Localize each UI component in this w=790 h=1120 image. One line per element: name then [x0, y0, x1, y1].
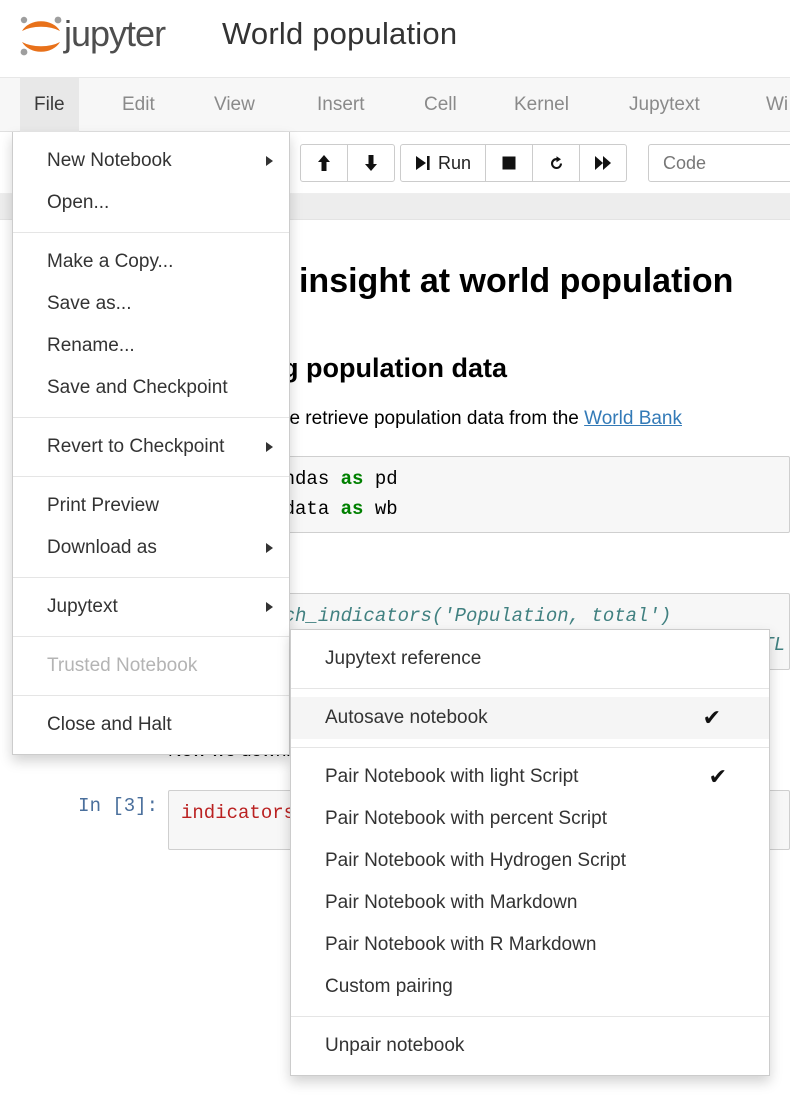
jupytext-menu-item-label: Pair Notebook with percent Script — [325, 808, 607, 829]
cell-type-select[interactable]: Code — [648, 144, 790, 182]
jupytext-menu-item-custom-pairing[interactable]: Custom pairing — [291, 966, 769, 1008]
jupytext-submenu[interactable]: Jupytext reference Autosave notebook ✔ Pair… — [290, 629, 770, 1076]
file-menu-item-save-and-checkpoint[interactable]: Save and Checkpoint — [13, 367, 289, 409]
submenu-arrow-icon — [266, 543, 273, 553]
submenu-separator — [291, 747, 769, 748]
restart-kernel-button[interactable] — [532, 144, 581, 182]
checkmark-icon: ✔ — [708, 764, 727, 789]
submenu-arrow-icon — [266, 156, 273, 166]
file-menu-item-label: Open... — [47, 192, 110, 213]
file-menu-item-label: Make a Copy... — [47, 251, 174, 272]
jupytext-menu-item-autosave-notebook[interactable]: Autosave notebook ✔ — [291, 697, 769, 739]
menu-separator — [13, 476, 289, 477]
file-menu-item-close-and-halt[interactable]: Close and Halt — [13, 704, 289, 746]
file-menu-item-label: Close and Halt — [47, 714, 172, 735]
toolbar-run-group: Run — [400, 144, 628, 182]
file-menu-item-revert-to-checkpoint[interactable]: Revert to Checkpoint — [13, 426, 289, 468]
jupytext-menu-item-label: Autosave notebook — [325, 707, 488, 728]
run-button-label: Run — [438, 152, 472, 173]
code-1kw: as — [340, 468, 364, 491]
jupytext-menu-item-label: Custom pairing — [325, 976, 453, 997]
toolbar-move-group — [300, 144, 395, 182]
file-menu-item-label: Trusted Notebook — [47, 655, 198, 676]
jupytext-menu-item-pair-notebook-with-light-script[interactable]: Pair Notebook with light Script ✔ — [291, 756, 769, 798]
jupytext-menu-item-label: Pair Notebook with Markdown — [325, 892, 578, 913]
file-menu-item-rename[interactable]: Rename... — [13, 325, 289, 367]
file-menu-item-label: New Notebook — [47, 150, 172, 171]
menu-edit[interactable]: Edit — [108, 78, 169, 132]
jupyter-brand-word[interactable]: jupyter — [64, 13, 166, 55]
run-icon — [416, 156, 430, 170]
restart-circular-arrow-icon — [550, 155, 562, 169]
submenu-arrow-icon — [266, 442, 273, 452]
code-1b: pd — [363, 468, 398, 491]
restart-and-run-all-button[interactable] — [579, 144, 628, 182]
menu-cell[interactable]: Cell — [410, 78, 471, 132]
move-cell-down-button[interactable] — [347, 144, 395, 182]
jupytext-menu-item-label: Unpair notebook — [325, 1035, 465, 1056]
menu-view[interactable]: View — [200, 78, 269, 132]
file-menu-item-download-as[interactable]: Download as — [13, 527, 289, 569]
file-menu-item-label: Save as... — [47, 293, 132, 314]
menu-wi[interactable]: Wi — [752, 78, 790, 132]
menu-insert[interactable]: Insert — [303, 78, 379, 132]
submenu-separator — [291, 1016, 769, 1017]
file-menu-item-label: Print Preview — [47, 495, 159, 516]
jupytext-menu-item-unpair-notebook[interactable]: Unpair notebook — [291, 1025, 769, 1067]
jupytext-menu-item-pair-notebook-with-markdown[interactable]: Pair Notebook with Markdown — [291, 882, 769, 924]
code-2kw: as — [340, 497, 364, 520]
jupytext-menu-item-label: Pair Notebook with light Script — [325, 766, 579, 787]
file-menu-item-label: Rename... — [47, 335, 135, 356]
file-menu-item-save-as[interactable]: Save as... — [13, 283, 289, 325]
jupytext-menu-item-pair-notebook-with-r-markdown[interactable]: Pair Notebook with R Markdown — [291, 924, 769, 966]
file-menu-item-open[interactable]: Open... — [13, 182, 289, 224]
file-menu-item-label: Save and Checkpoint — [47, 377, 228, 398]
menu-separator — [13, 232, 289, 233]
fast-forward-icon — [595, 156, 612, 170]
jupyter-logo-icon[interactable] — [14, 11, 68, 61]
file-dropdown-menu[interactable]: New Notebook Open... Make a Copy... Save as… — [12, 132, 290, 755]
submenu-separator — [291, 688, 769, 689]
jupytext-menu-item-jupytext-reference[interactable]: Jupytext reference — [291, 638, 769, 680]
file-menu-item-label: Revert to Checkpoint — [47, 436, 225, 457]
interrupt-kernel-button[interactable] — [485, 144, 534, 182]
move-cell-up-button[interactable] — [300, 144, 348, 182]
code-cell-3-fragment: indicators — [181, 801, 296, 824]
file-menu-item-make-a-copy[interactable]: Make a Copy... — [13, 241, 289, 283]
menu-separator — [13, 636, 289, 637]
file-menu-item-print-preview[interactable]: Print Preview — [13, 485, 289, 527]
menu-separator — [13, 417, 289, 418]
submenu-arrow-icon — [266, 602, 273, 612]
jupytext-menu-item-pair-notebook-with-percent-script[interactable]: Pair Notebook with percent Script — [291, 798, 769, 840]
jupytext-menu-item-label: Jupytext reference — [325, 648, 482, 669]
page-header: jupyter World population — [0, 0, 790, 78]
menu-separator — [13, 695, 289, 696]
menu-file[interactable]: File — [20, 78, 79, 132]
menu-separator — [13, 577, 289, 578]
menu-kernel[interactable]: Kernel — [500, 78, 583, 132]
file-menu-item-jupytext[interactable]: Jupytext — [13, 586, 289, 628]
jupytext-menu-item-label: Pair Notebook with Hydrogen Script — [325, 850, 626, 871]
jupytext-menu-item-label: Pair Notebook with R Markdown — [325, 934, 597, 955]
stop-square-icon — [502, 156, 516, 170]
checkmark-icon: ✔ — [702, 705, 721, 730]
file-menu-item-label: Jupytext — [47, 596, 118, 617]
world-bank-link[interactable]: World Bank — [584, 408, 682, 429]
cell-type-value: Code — [663, 152, 707, 173]
file-menu-item-trusted-notebook: Trusted Notebook — [13, 645, 289, 687]
code-2b: wb — [363, 497, 398, 520]
notebook-title[interactable]: World population — [222, 16, 457, 52]
menu-jupytext[interactable]: Jupytext — [615, 78, 714, 132]
menu-bar: File Edit View Insert Cell Kernel Jupytext Wi — [0, 78, 790, 132]
file-menu-item-new-notebook[interactable]: New Notebook — [13, 140, 289, 182]
file-menu-item-label: Download as — [47, 537, 157, 558]
jupytext-menu-item-pair-notebook-with-hydrogen-script[interactable]: Pair Notebook with Hydrogen Script — [291, 840, 769, 882]
run-cell-button[interactable]: Run — [400, 144, 487, 182]
code-cell-3-prompt: In [3]: — [78, 794, 158, 817]
